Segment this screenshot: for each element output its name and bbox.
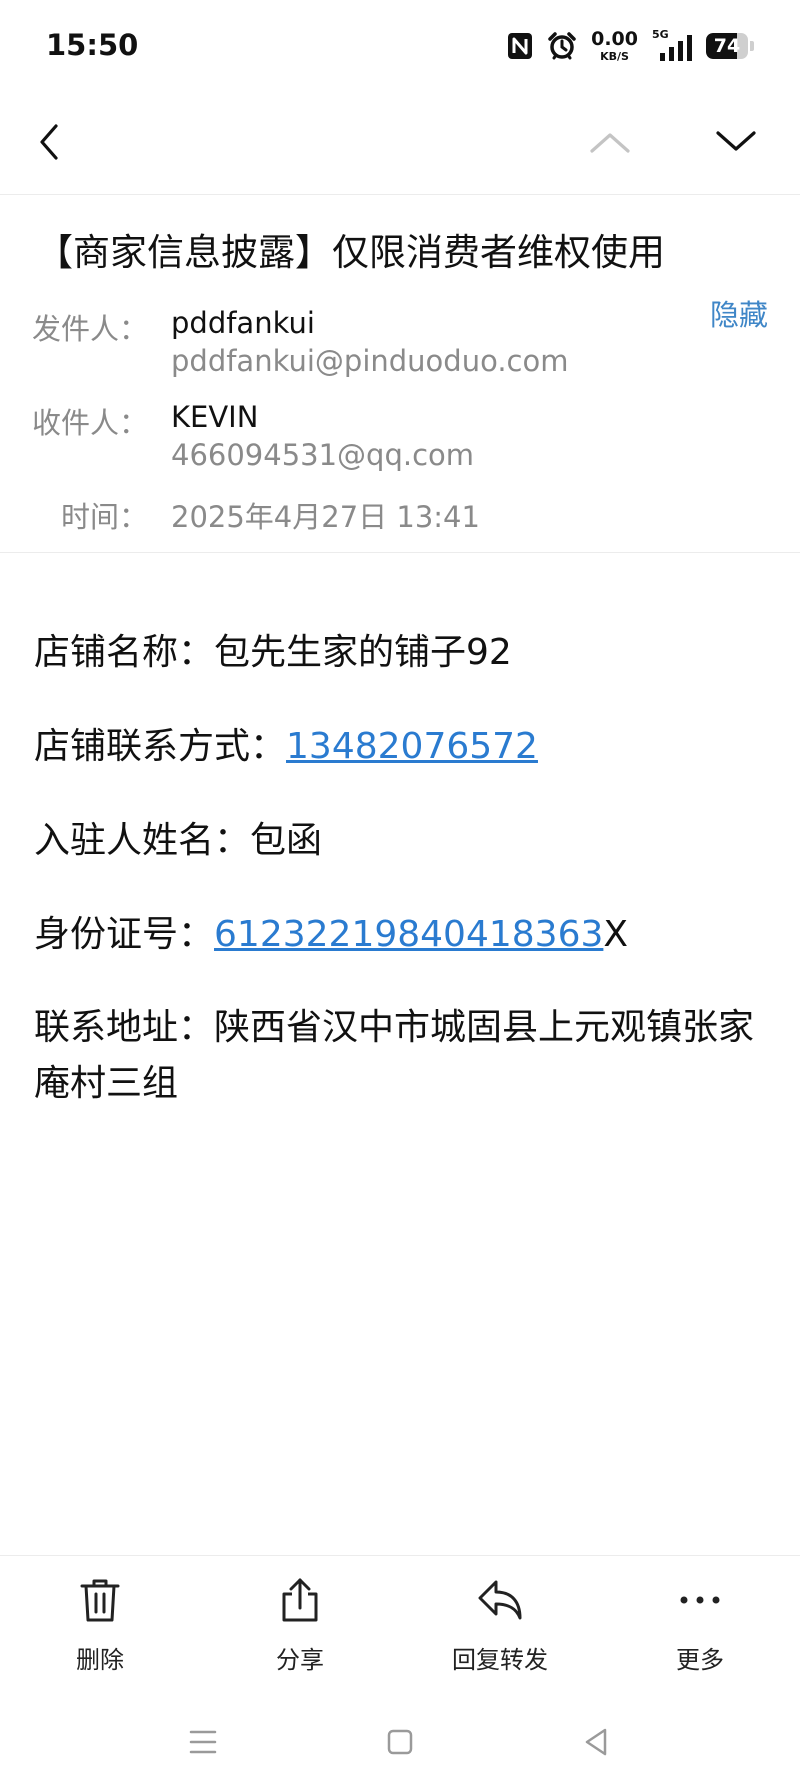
network-speed-unit: KB/S (600, 50, 629, 63)
back-nav-icon[interactable] (577, 1722, 617, 1762)
reply-forward-label: 回复转发 (452, 1646, 548, 1674)
previous-email-button[interactable] (578, 110, 642, 174)
alarm-icon (548, 32, 576, 60)
status-time: 15:50 (46, 28, 139, 62)
network-speed-value: 0.00 (591, 28, 638, 50)
id-number-line: 身份证号：61232219840418363X (34, 907, 628, 963)
more-label: 更多 (676, 1646, 724, 1674)
shop-contact-line: 店铺联系方式：13482076572 (34, 719, 538, 775)
time-label: 时间： (60, 500, 148, 534)
chevron-up-icon (590, 133, 630, 153)
share-label: 分享 (276, 1646, 324, 1674)
menu-icon[interactable] (183, 1722, 223, 1762)
battery-level: 74 (713, 35, 741, 57)
share-icon (282, 1578, 318, 1622)
address-label: 联系地址： (34, 1007, 215, 1048)
header-divider (0, 552, 800, 553)
more-icon (680, 1596, 720, 1604)
sender-address[interactable]: pddfankui@pinduoduo.com (171, 344, 568, 378)
status-bar: 15:50 0.00 KB/S 5G 74 (0, 0, 800, 92)
share-button[interactable]: 分享 (230, 1576, 370, 1686)
trash-icon (80, 1579, 120, 1622)
id-number-link[interactable]: 61232219840418363 (214, 914, 603, 955)
reply-icon (478, 1580, 522, 1620)
email-subject: 【商家信息披露】仅限消费者维权使用 (36, 231, 665, 274)
shop-contact-label: 店铺联系方式： (34, 726, 287, 767)
back-icon (40, 124, 58, 160)
id-number-label: 身份证号： (34, 914, 215, 955)
email-detail-screen: 15:50 0.00 KB/S 5G 74 【商家信息披露】仅限消费者维权使用 … (0, 0, 800, 1787)
id-number-suffix: X (603, 914, 629, 955)
battery-icon: 74 (706, 33, 754, 59)
owner-name-label: 入驻人姓名： (34, 820, 251, 861)
owner-name-line: 入驻人姓名：包函 (34, 813, 322, 869)
recipient-name[interactable]: KEVIN (171, 400, 258, 434)
recipient-label: 收件人： (31, 406, 148, 440)
signal-icon: 5G (652, 28, 692, 61)
shop-phone-link[interactable]: 13482076572 (286, 726, 538, 767)
back-button[interactable] (18, 110, 82, 174)
home-icon[interactable] (380, 1722, 420, 1762)
network-speed: 0.00 KB/S (591, 28, 638, 63)
next-email-button[interactable] (704, 110, 768, 174)
system-nav-bar (0, 1700, 800, 1787)
sender-name[interactable]: pddfankui (171, 306, 315, 340)
bottom-toolbar: 删除 分享 回复转发 更多 (0, 1555, 800, 1685)
owner-name-value: 包函 (250, 820, 323, 861)
delete-label: 删除 (76, 1646, 124, 1674)
recipient-address[interactable]: 466094531@qq.com (171, 438, 474, 472)
nfc-icon (508, 33, 533, 59)
address-line: 联系地址：陕西省汉中市城固县上元观镇张家庵村三组 (34, 1000, 764, 1112)
more-button[interactable]: 更多 (630, 1576, 770, 1686)
status-indicators: 0.00 KB/S 5G 74 (507, 28, 754, 64)
top-nav (0, 92, 800, 195)
chevron-down-icon (716, 131, 756, 151)
shop-name-label: 店铺名称： (34, 632, 215, 673)
signal-bars (660, 35, 692, 61)
shop-name-value: 包先生家的铺子92 (214, 632, 512, 673)
sender-label: 发件人： (31, 312, 148, 346)
delete-button[interactable]: 删除 (30, 1576, 170, 1686)
reply-forward-button[interactable]: 回复转发 (430, 1576, 570, 1686)
hide-details-button[interactable]: 隐藏 (710, 292, 768, 334)
time-value: 2025年4月27日 13:41 (171, 500, 480, 534)
shop-name-line: 店铺名称：包先生家的铺子92 (34, 625, 512, 681)
